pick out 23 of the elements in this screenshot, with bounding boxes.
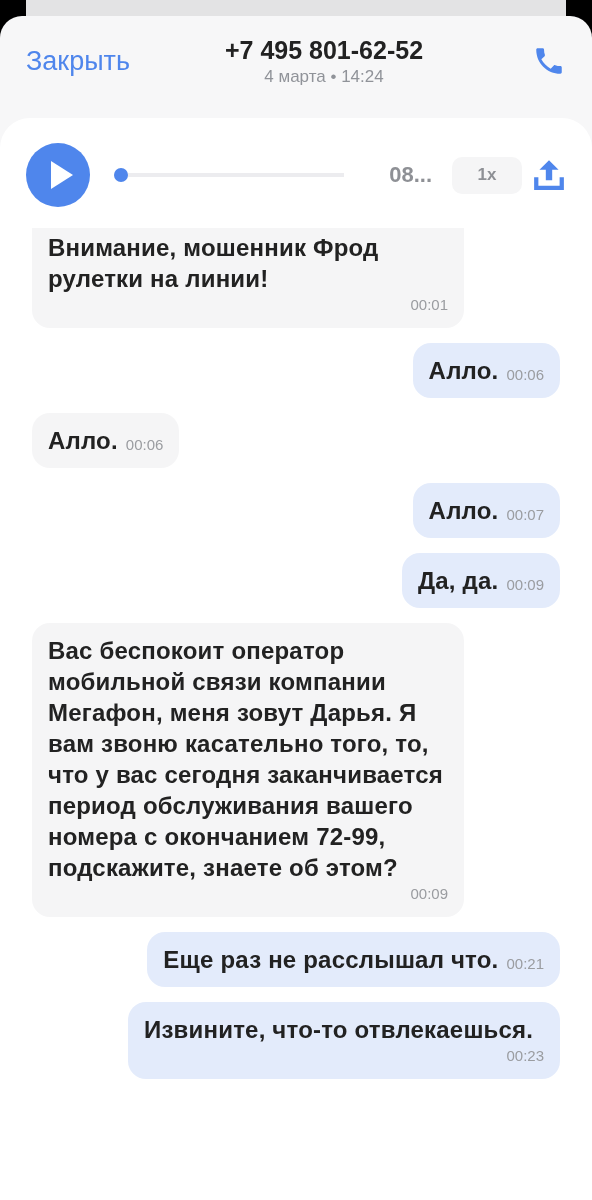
play-button[interactable] [26,143,90,207]
message-text: Извините, что-то отвлекаешься. [144,1015,534,1045]
message-time: 00:07 [506,505,544,525]
phone-number: +7 495 801-62-52 [224,35,424,65]
message-text: Еще раз не расслышал что. [163,945,499,975]
message-time: 00:09 [506,575,544,595]
message-time: 00:21 [506,954,544,974]
speed-button[interactable]: 1x [452,156,522,194]
message-time: 00:23 [506,1046,544,1066]
message-text: Алло. [428,356,499,386]
message-time: 00:01 [410,295,448,315]
call-date: 4 марта • 14:24 [264,66,384,87]
close-button[interactable]: Закрыть [26,45,130,77]
message-text: Внимание, мошенник Фрод рулетки на линии! [48,233,380,294]
message-text: Алло. [48,426,118,456]
message-text: Алло. [428,496,499,526]
playback-time: 08... [388,162,432,188]
share-icon[interactable] [532,158,566,192]
message-time: 00:09 [410,884,448,904]
message-time: 00:06 [506,365,544,385]
message-text: Да, да. [418,566,499,596]
message-time: 00:06 [125,435,164,455]
message-text: Вас беспокоит оператор мобильной связи компании Мегафон, меня зовут Дарья. Я вам звоню касательно того, то, что у вас сегодня заканчивается период обслуживания вашего номера с окончанием 72-99, подскажите, знаете об этом? [48,636,444,883]
